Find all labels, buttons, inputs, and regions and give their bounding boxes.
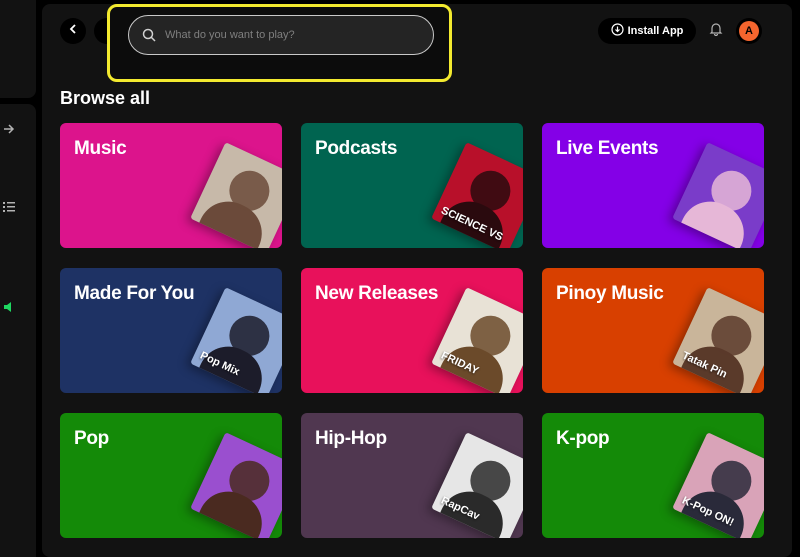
search-highlight-box bbox=[107, 4, 452, 82]
avatar: A bbox=[739, 21, 759, 41]
install-app-button[interactable]: Install App bbox=[598, 18, 696, 44]
category-cover-art bbox=[190, 142, 282, 248]
category-cover-art: Tatak Pin bbox=[672, 287, 764, 393]
profile-button[interactable]: A bbox=[736, 18, 762, 44]
category-card[interactable]: Hip-Hop RapCav bbox=[301, 413, 523, 538]
category-cover-art: FRIDAY bbox=[431, 287, 523, 393]
search-input[interactable] bbox=[165, 29, 415, 41]
category-card-label: Hip-Hop bbox=[315, 428, 387, 449]
expand-arrow-icon[interactable] bbox=[0, 120, 18, 138]
category-cover-art bbox=[190, 432, 282, 538]
sidebar bbox=[0, 104, 36, 557]
category-card-label: Music bbox=[74, 138, 127, 159]
category-card-label: Pinoy Music bbox=[556, 283, 664, 304]
category-card[interactable]: New Releases FRIDAY bbox=[301, 268, 523, 393]
download-icon bbox=[610, 23, 628, 39]
category-card-label: Live Events bbox=[556, 138, 659, 159]
search-bar[interactable] bbox=[128, 15, 434, 55]
category-card[interactable]: K-pop K-Pop ON! bbox=[542, 413, 764, 538]
category-card-label: Podcasts bbox=[315, 138, 398, 159]
category-cover-art: RapCav bbox=[431, 432, 523, 538]
bell-icon bbox=[709, 22, 723, 41]
search-icon bbox=[141, 27, 157, 43]
category-card[interactable]: Podcasts SCIENCE VS bbox=[301, 123, 523, 248]
category-cover-art: Pop Mix bbox=[190, 287, 282, 393]
category-card[interactable]: Made For You Pop Mix bbox=[60, 268, 282, 393]
category-card-label: K-pop bbox=[556, 428, 610, 449]
category-cover-art: SCIENCE VS bbox=[431, 142, 523, 248]
category-card-label: New Releases bbox=[315, 283, 439, 304]
main-content: Install App A Browse all Music Podcasts SC… bbox=[42, 4, 792, 557]
notifications-button[interactable] bbox=[704, 19, 728, 43]
back-button[interactable] bbox=[60, 18, 86, 44]
install-app-label: Install App bbox=[627, 25, 684, 37]
category-card[interactable]: Pop bbox=[60, 413, 282, 538]
category-card[interactable]: Pinoy Music Tatak Pin bbox=[542, 268, 764, 393]
sidebar-top-panel bbox=[0, 0, 36, 98]
category-card-label: Pop bbox=[74, 428, 109, 449]
right-edge bbox=[792, 0, 800, 557]
speaker-icon[interactable] bbox=[0, 298, 18, 316]
category-cover-art bbox=[672, 142, 764, 248]
chevron-left-icon bbox=[67, 22, 79, 40]
list-icon[interactable] bbox=[0, 198, 18, 216]
page-title: Browse all bbox=[60, 88, 151, 108]
category-card-label: Made For You bbox=[74, 283, 195, 304]
category-cover-art: K-Pop ON! bbox=[672, 432, 764, 538]
category-card[interactable]: Live Events bbox=[542, 123, 764, 248]
category-card[interactable]: Music bbox=[60, 123, 282, 248]
